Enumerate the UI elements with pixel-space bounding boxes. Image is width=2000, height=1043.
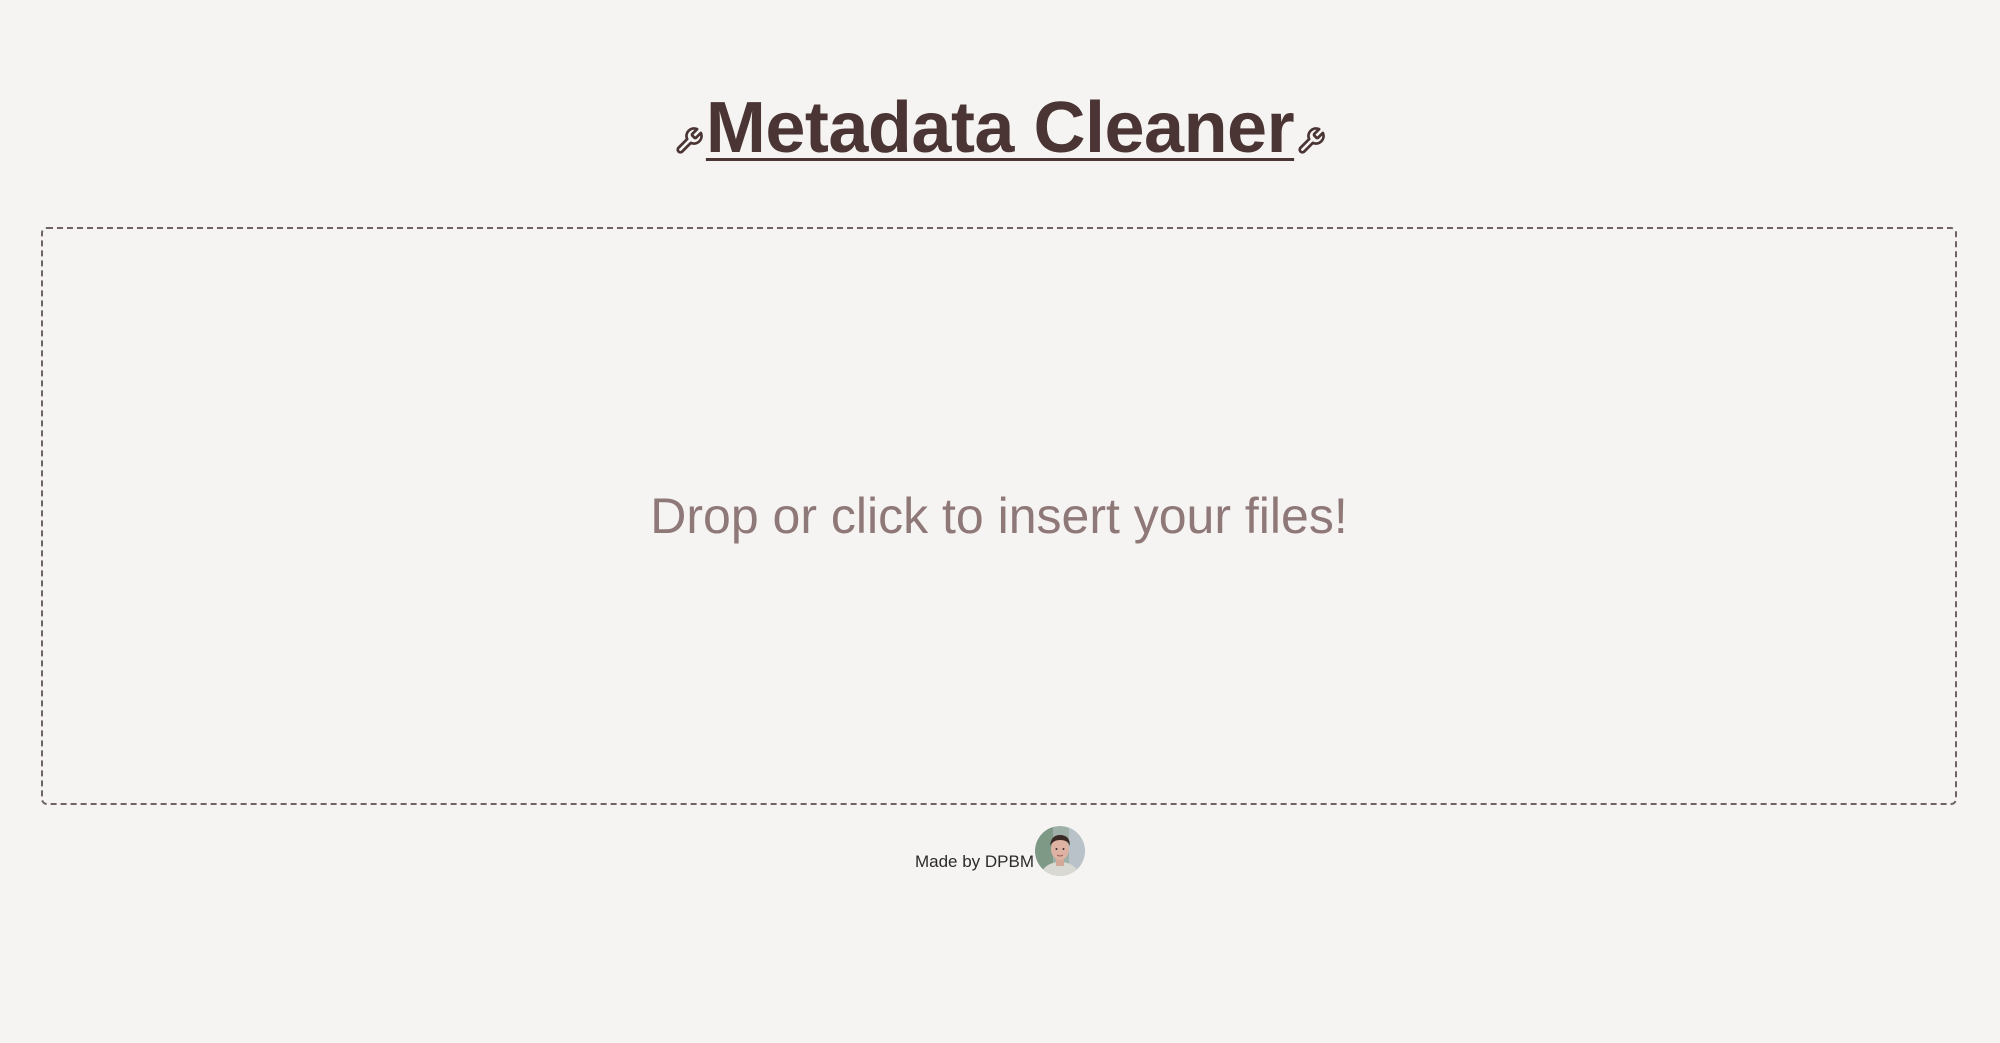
page-title[interactable]: Metadata Cleaner xyxy=(706,92,1295,164)
wrench-icon xyxy=(1296,126,1326,156)
dropzone-label: Drop or click to insert your files! xyxy=(650,488,1348,544)
footer: Made by DPBM xyxy=(0,826,2000,876)
file-dropzone[interactable]: Drop or click to insert your files! xyxy=(41,227,1957,805)
wrench-icon xyxy=(674,126,704,156)
avatar[interactable] xyxy=(1035,826,1086,876)
footer-credit: Made by DPBM xyxy=(914,852,1035,871)
header: Metadata Cleaner xyxy=(0,92,2000,164)
